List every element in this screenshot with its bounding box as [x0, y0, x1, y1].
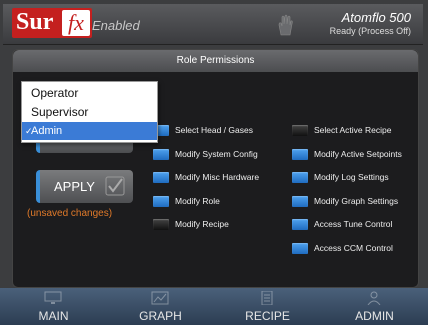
- graph-icon: [151, 291, 169, 305]
- header-bar: Sur fx Enabled Atomflo 500 Ready (Proces…: [3, 4, 423, 45]
- document-icon: [261, 291, 273, 305]
- perm-label: Modify Active Setpoints: [314, 149, 402, 159]
- perm-label: Modify System Config: [175, 149, 258, 159]
- selected-check-icon: ✓: [25, 126, 33, 136]
- apply-label: APPLY: [54, 179, 95, 194]
- perm-label: Modify Graph Settings: [314, 196, 399, 206]
- nav-admin[interactable]: ADMIN: [321, 288, 428, 325]
- perm-label: Select Head / Gases: [175, 125, 253, 135]
- perm-label: Access Tune Control: [314, 219, 393, 229]
- logo-fx-text: fx: [62, 10, 90, 36]
- perm-label: Access CCM Control: [314, 243, 393, 253]
- role-option-supervisor[interactable]: Supervisor: [22, 103, 157, 121]
- monitor-icon: [44, 291, 62, 304]
- checkbox[interactable]: [153, 219, 169, 230]
- device-status: Ready (Process Off): [329, 26, 411, 36]
- checkbox[interactable]: [292, 243, 308, 254]
- nav-recipe-label: RECIPE: [245, 309, 290, 323]
- perm-label: Modify Misc Hardware: [175, 172, 260, 182]
- checkbox[interactable]: [153, 172, 169, 183]
- nav-graph[interactable]: GRAPH: [107, 288, 214, 325]
- surfx-logo: Sur fx: [12, 8, 92, 38]
- user-icon: [367, 291, 381, 305]
- nav-main[interactable]: MAIN: [0, 288, 107, 325]
- nav-main-label: MAIN: [38, 309, 69, 323]
- checkbox[interactable]: [292, 172, 308, 183]
- perm-label: Modify Role: [175, 196, 220, 206]
- unsaved-changes-note: (unsaved changes): [27, 208, 113, 219]
- checkbox[interactable]: [153, 149, 169, 160]
- checkbox[interactable]: [292, 219, 308, 230]
- app-frame: Sur fx Enabled Atomflo 500 Ready (Proces…: [0, 0, 428, 325]
- checkmark-icon: [105, 176, 125, 196]
- perm-label: Modify Log Settings: [314, 172, 389, 182]
- checkbox[interactable]: [292, 149, 308, 160]
- checkbox[interactable]: [292, 196, 308, 207]
- role-dropdown[interactable]: Operator Supervisor ✓ Admin: [21, 81, 158, 143]
- role-option-admin-label: Admin: [31, 125, 63, 137]
- checkbox[interactable]: [292, 125, 308, 136]
- logo-sur-text: Sur: [16, 9, 54, 35]
- panel-title: Role Permissions: [13, 50, 418, 72]
- perm-label: Select Active Recipe: [314, 125, 392, 135]
- nav-recipe[interactable]: RECIPE: [214, 288, 321, 325]
- perm-label: Modify Recipe: [175, 219, 229, 229]
- device-name: Atomflo 500: [341, 10, 411, 25]
- role-option-admin[interactable]: ✓ Admin: [22, 122, 157, 140]
- apply-button[interactable]: APPLY: [36, 170, 133, 203]
- enabled-status: Enabled: [92, 18, 140, 33]
- bottom-nav: MAIN GRAPH RECIPE ADMIN: [0, 288, 428, 325]
- checkbox[interactable]: [153, 196, 169, 207]
- nav-graph-label: GRAPH: [139, 309, 182, 323]
- role-option-operator[interactable]: Operator: [22, 84, 157, 102]
- hand-icon[interactable]: [275, 13, 295, 37]
- device-info: Atomflo 500 Ready (Process Off): [330, 10, 411, 36]
- nav-admin-label: ADMIN: [355, 309, 394, 323]
